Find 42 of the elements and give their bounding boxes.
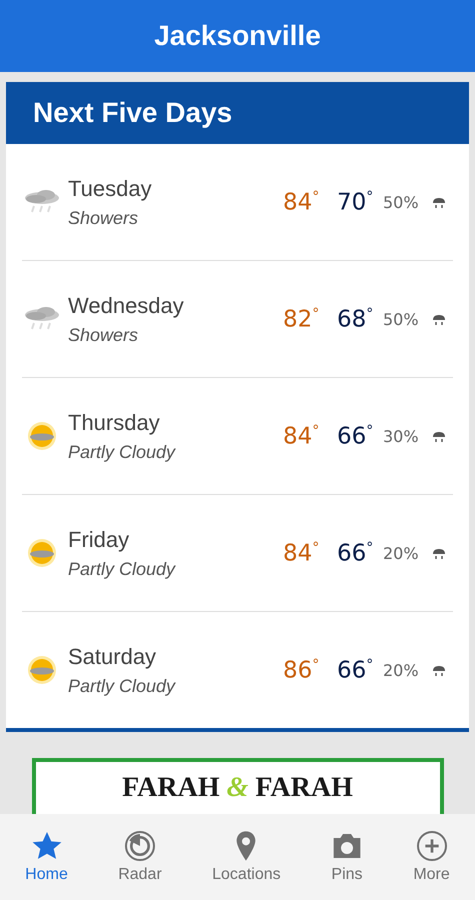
condition-text: Partly Cloudy (68, 676, 177, 696)
low-temperature: 70$^{°}$ (337, 188, 374, 216)
condition-text: Showers (68, 324, 140, 346)
low-temperature: 66$^{°}$ (337, 422, 374, 450)
advertisement-banner[interactable]: FARAH & FARAH (32, 758, 444, 814)
precipitation-chance: 20% (383, 544, 420, 562)
high-temperature: 82$^{°}$ (283, 306, 320, 332)
low-temperature: 66$^{°}$ (337, 656, 374, 684)
low-temperature: 68$^{°}$ (337, 306, 374, 332)
day-name: Friday (68, 526, 130, 552)
low-temperature: 66$^{°}$ (337, 540, 374, 566)
rain-icon (431, 663, 447, 677)
high-temperature: 84$^{°}$ (283, 188, 320, 216)
radar-icon (124, 830, 156, 862)
tab[interactable]: Locations (208, 830, 285, 884)
plus-circle-icon (416, 830, 448, 862)
precipitation-chance: 50% (383, 310, 420, 328)
high-temperature: 86$^{°}$ (283, 656, 320, 684)
precipitation-chance: 30% (383, 426, 420, 446)
day-name: Wednesday (68, 292, 185, 318)
precipitation-chance: 50% (383, 192, 420, 212)
condition-text: Partly Cloudy (68, 442, 177, 462)
rain-icon (431, 429, 447, 443)
tab[interactable]: Radar (114, 830, 166, 884)
day-name: Thursday (68, 410, 161, 436)
tab[interactable]: Home (21, 830, 72, 884)
city-title: Jacksonville (154, 20, 321, 52)
tab[interactable]: Pins (326, 830, 367, 884)
card-title: Next Five Days (33, 97, 232, 129)
day-name: Saturday (68, 644, 158, 670)
star-icon (30, 830, 63, 862)
precipitation-chance: 20% (383, 660, 420, 680)
high-temperature: 84$^{°}$ (283, 422, 320, 450)
condition-text: Showers (68, 208, 140, 228)
tab[interactable]: More (409, 830, 454, 884)
ad-logo-text: FARAH & FARAH (122, 772, 353, 805)
day-name: Tuesday (68, 176, 153, 202)
high-temperature: 84$^{°}$ (283, 540, 320, 566)
condition-text: Partly Cloudy (68, 558, 177, 580)
rain-icon (431, 312, 447, 326)
rain-icon (431, 195, 447, 209)
rain-icon (431, 546, 447, 560)
